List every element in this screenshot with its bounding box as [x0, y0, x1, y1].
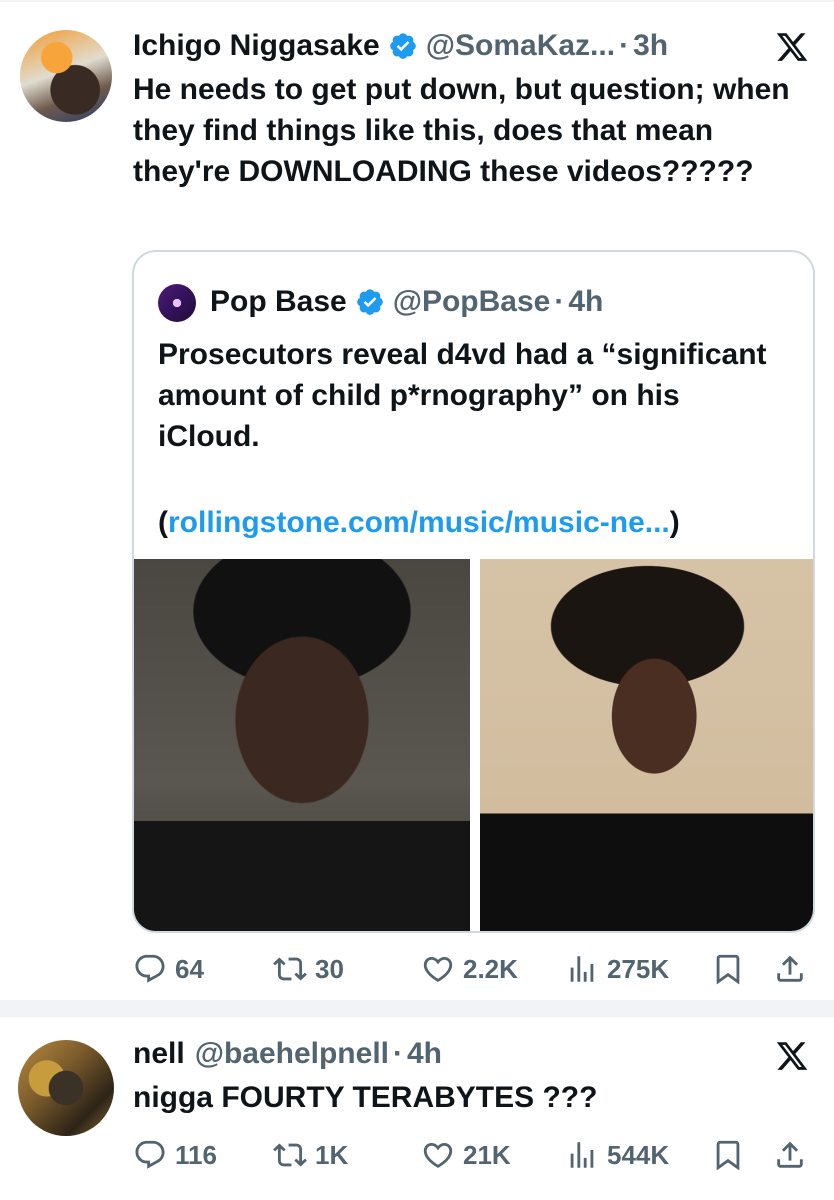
quote-timestamp[interactable]: 4h [568, 285, 603, 319]
bookmark-button[interactable] [711, 949, 745, 989]
bookmark-button[interactable] [711, 1135, 745, 1175]
media-image-mugshot[interactable] [134, 559, 470, 931]
tweet-separator [0, 1000, 834, 1017]
share-button[interactable] [773, 949, 807, 989]
repost-count: 30 [315, 953, 344, 984]
tweet-header: Ichigo Niggasake @SomaKaz... · 3h [133, 26, 668, 66]
repost-button[interactable]: 1K [273, 1135, 348, 1175]
verified-badge-icon [389, 33, 416, 59]
separator-dot: · [619, 29, 630, 62]
quote-author-name[interactable]: Pop Base [210, 285, 347, 319]
like-button[interactable]: 2.2K [421, 949, 518, 989]
reply-count: 116 [175, 1139, 217, 1170]
share-button[interactable] [773, 1135, 807, 1175]
reply-icon [135, 1140, 165, 1169]
avatar[interactable] [18, 1040, 114, 1136]
quote-header: Pop Base @PopBase · 4h [210, 282, 603, 322]
media-image-portrait[interactable] [480, 559, 813, 931]
repost-icon [273, 957, 307, 981]
tweet-text: He needs to get put down, but question; … [133, 73, 790, 188]
like-button[interactable]: 21K [421, 1135, 511, 1175]
x-logo-icon [776, 33, 808, 61]
link-close-paren: ) [669, 506, 680, 539]
author-handle[interactable]: @SomaKaz... [426, 29, 615, 63]
verified-badge-icon [356, 289, 383, 315]
repost-count: 1K [315, 1139, 349, 1170]
view-count: 544K [607, 1139, 670, 1170]
view-count: 275K [607, 953, 670, 984]
quote-text: Prosecutors reveal d4vd had a “significa… [158, 338, 767, 453]
quoted-tweet[interactable]: Pop Base @PopBase · 4h Prosecutors revea… [132, 250, 815, 933]
repost-button[interactable]: 30 [273, 949, 344, 989]
quote-avatar[interactable] [158, 284, 196, 322]
avatar[interactable] [20, 30, 112, 122]
views-icon [570, 1142, 594, 1168]
tweet-text: nigga FOURTY TERABYTES ??? [133, 1081, 598, 1114]
bookmark-icon [716, 954, 740, 985]
views-button[interactable]: 275K [565, 949, 669, 989]
tweet-header: nell @baehelpnell · 4h [133, 1034, 442, 1074]
heart-icon [423, 1142, 453, 1168]
x-logo-icon [776, 1042, 808, 1070]
reply-button[interactable]: 116 [133, 1135, 217, 1175]
separator-dot: · [554, 285, 565, 318]
action-bar: 116 1K 21K 544K [133, 1135, 813, 1175]
article-link[interactable]: rollingstone.com/music/music-ne... [168, 506, 670, 539]
author-name[interactable]: Ichigo Niggasake [133, 29, 380, 63]
views-button[interactable]: 544K [565, 1135, 669, 1175]
reply-count: 64 [175, 953, 204, 984]
views-icon [570, 956, 594, 982]
timestamp[interactable]: 4h [407, 1037, 442, 1071]
quote-author-handle[interactable]: @PopBase [393, 285, 551, 319]
reply-icon [135, 954, 165, 983]
repost-icon [273, 1143, 307, 1167]
action-bar: 64 30 2.2K 275K [133, 949, 813, 989]
like-count: 2.2K [463, 953, 518, 984]
author-name[interactable]: nell [133, 1037, 185, 1071]
timestamp[interactable]: 3h [633, 29, 668, 63]
link-open-paren: ( [158, 506, 168, 539]
quote-link-line: (rollingstone.com/music/music-ne...) [158, 502, 680, 543]
reply-button[interactable]: 64 [133, 949, 204, 989]
share-icon [777, 1141, 803, 1168]
heart-icon [423, 956, 453, 982]
separator-dot: · [392, 1037, 403, 1070]
author-handle[interactable]: @baehelpnell [195, 1037, 389, 1071]
share-icon [777, 955, 803, 982]
like-count: 21K [463, 1139, 511, 1170]
bookmark-icon [716, 1140, 740, 1171]
